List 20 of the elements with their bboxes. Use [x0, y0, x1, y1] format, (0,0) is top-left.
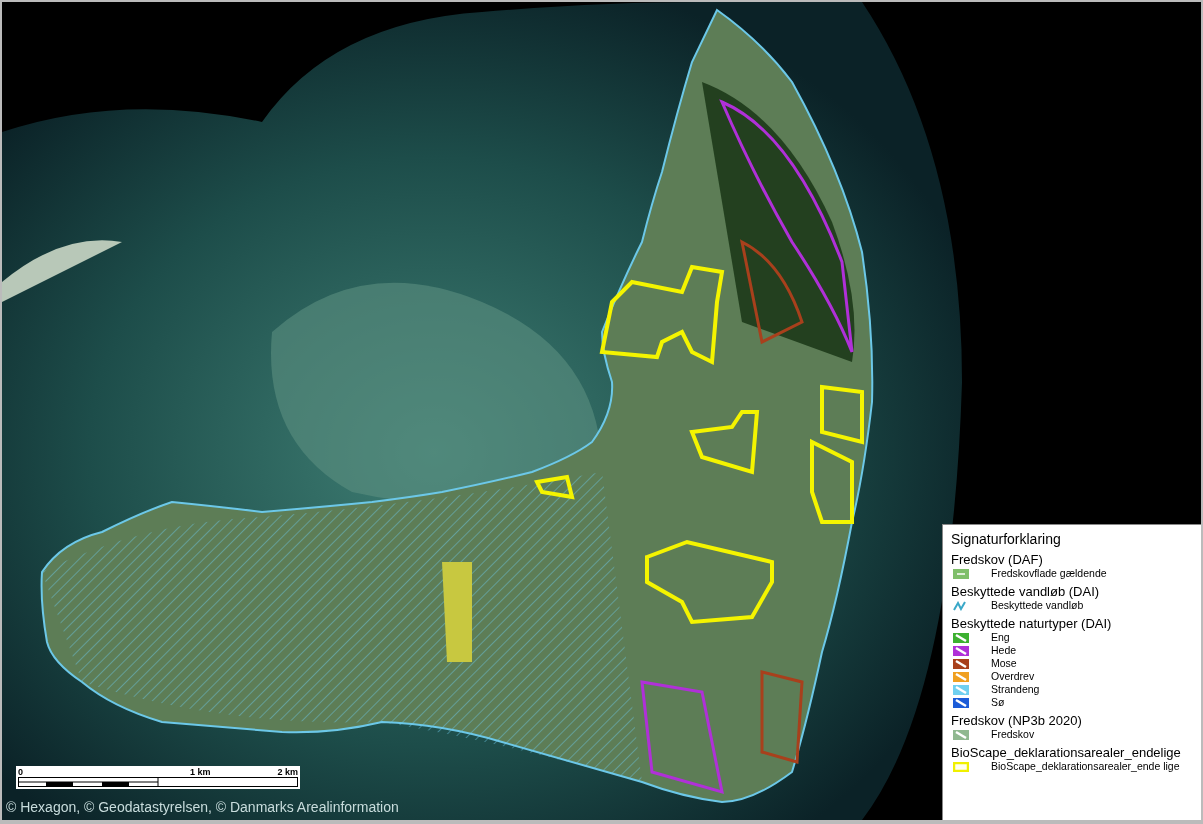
legend-item-label: Overdrev: [991, 670, 1036, 683]
legend-item-label: Mose: [991, 657, 1018, 670]
legend-item-label: Eng: [991, 631, 1011, 644]
legend-item-label: Strandeng: [991, 683, 1041, 696]
map-attribution: © Hexagon, © Geodatastyrelsen, © Danmarks Arealinformation: [6, 799, 399, 815]
legend-group-title: Beskyttede vandløb (DAI): [951, 584, 1101, 599]
scale-label: 0: [18, 767, 23, 777]
legend-title: Signaturforklaring: [951, 531, 1062, 547]
legend-item-label: Hede: [991, 644, 1018, 657]
scale-label: 1 km: [190, 767, 211, 777]
legend-group-title: BioScape_deklarationsarealer_endelige: [951, 745, 1182, 760]
legend-item-label: Fredskov: [991, 728, 1036, 741]
legend-group-title: Beskyttede naturtyper (DAI): [951, 616, 1113, 631]
legend-item-label: Fredskovflade gældende: [991, 567, 1108, 580]
legend-item-label: BioScape_deklarationsarealer_ende lige: [991, 760, 1181, 773]
scale-label: 2 km: [277, 767, 298, 777]
legend-group-title: Fredskov (NP3b 2020): [951, 713, 1083, 728]
legend-item-label: Beskyttede vandløb: [991, 599, 1085, 612]
legend-group-title: Fredskov (DAF): [951, 552, 1044, 567]
legend-item-label: Sø: [991, 696, 1006, 709]
